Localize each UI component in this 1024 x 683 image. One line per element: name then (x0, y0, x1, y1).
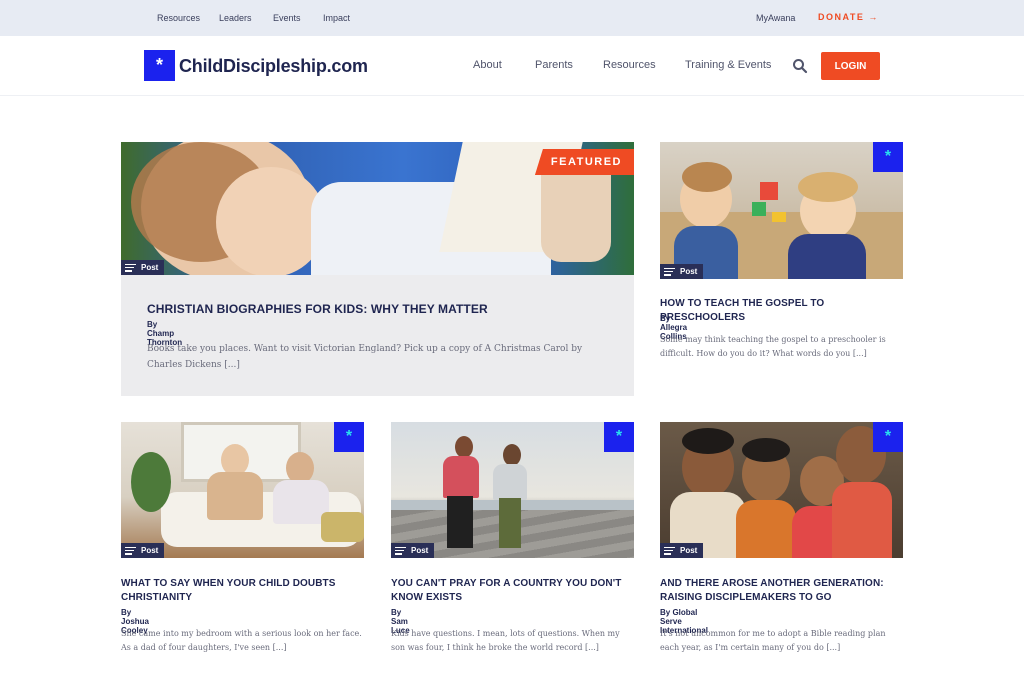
nav-training-events[interactable]: Training & Events (685, 59, 771, 71)
brand-corner-icon: * (604, 422, 634, 452)
utility-bar: Resources Leaders Events Impact MyAwana … (0, 0, 1024, 36)
post-lines-icon (125, 546, 136, 555)
post-lines-icon (664, 546, 675, 555)
utility-link-leaders[interactable]: Leaders (219, 13, 252, 23)
post-type-tag: Post (660, 543, 704, 558)
post-tag-label: Post (680, 267, 698, 276)
post-title[interactable]: HOW TO TEACH THE GOSPEL TO PRESCHOOLERS (660, 297, 903, 325)
search-icon[interactable] (792, 58, 808, 74)
utility-link-impact[interactable]: Impact (323, 13, 350, 23)
featured-post-title[interactable]: CHRISTIAN BIOGRAPHIES FOR KIDS: WHY THEY… (147, 302, 617, 317)
featured-post-body (121, 275, 634, 396)
post-excerpt: Kids have questions. I mean, lots of que… (391, 629, 620, 652)
nav-about[interactable]: About (473, 59, 502, 71)
post-image[interactable]: * Post (660, 142, 903, 279)
photo-preschoolers (660, 142, 903, 279)
post-tag-label: Post (680, 546, 698, 555)
post-type-tag: Post (660, 264, 704, 279)
post-lines-icon (664, 267, 675, 276)
featured-badge: FEATURED (534, 149, 634, 175)
post-image[interactable]: * Post (660, 422, 903, 558)
nav-parents[interactable]: Parents (535, 59, 573, 71)
site-logo[interactable]: ChildDiscipleship.com (179, 56, 368, 77)
utility-link-resources[interactable]: Resources (157, 13, 200, 23)
post-image[interactable]: * Post (391, 422, 634, 558)
photo-mother-daughter (121, 422, 364, 558)
post-excerpt: Some may think teaching the gospel to a … (660, 335, 886, 358)
post-tag-label: Post (141, 263, 159, 272)
photo-children-group (660, 422, 903, 558)
nav-resources[interactable]: Resources (603, 59, 656, 71)
donate-link[interactable]: DONATE → (818, 12, 879, 22)
post-lines-icon (125, 263, 136, 272)
post-excerpt: She came into my bedroom with a serious … (121, 629, 362, 652)
post-tag-label: Post (411, 546, 429, 555)
post-image[interactable]: * Post (121, 422, 364, 558)
post-excerpt: It's not uncommon for me to adopt a Bibl… (660, 629, 886, 652)
utility-link-events[interactable]: Events (273, 13, 301, 23)
featured-post-image[interactable]: FEATURED Post (121, 142, 634, 275)
featured-post-excerpt: Books take you places. Want to visit Vic… (147, 344, 583, 370)
photo-women-walking (391, 422, 634, 558)
post-tag-label: Post (141, 546, 159, 555)
post-type-tag: Post (121, 543, 165, 558)
brand-corner-icon: * (873, 142, 903, 172)
post-lines-icon (395, 546, 406, 555)
main-header: * ChildDiscipleship.com About Parents Re… (0, 36, 1024, 96)
post-type-tag: Post (391, 543, 435, 558)
post-title[interactable]: WHAT TO SAY WHEN YOUR CHILD DOUBTS CHRIS… (121, 577, 364, 605)
myawana-link[interactable]: MyAwana (756, 13, 795, 23)
login-button[interactable]: LOGIN (821, 52, 880, 80)
post-title[interactable]: YOU CAN'T PRAY FOR A COUNTRY YOU DON'T K… (391, 577, 634, 605)
post-title[interactable]: AND THERE AROSE ANOTHER GENERATION: RAIS… (660, 577, 903, 605)
post-type-tag: Post (121, 260, 165, 275)
logo-mark-icon[interactable]: * (144, 50, 175, 81)
brand-corner-icon: * (334, 422, 364, 452)
brand-corner-icon: * (873, 422, 903, 452)
